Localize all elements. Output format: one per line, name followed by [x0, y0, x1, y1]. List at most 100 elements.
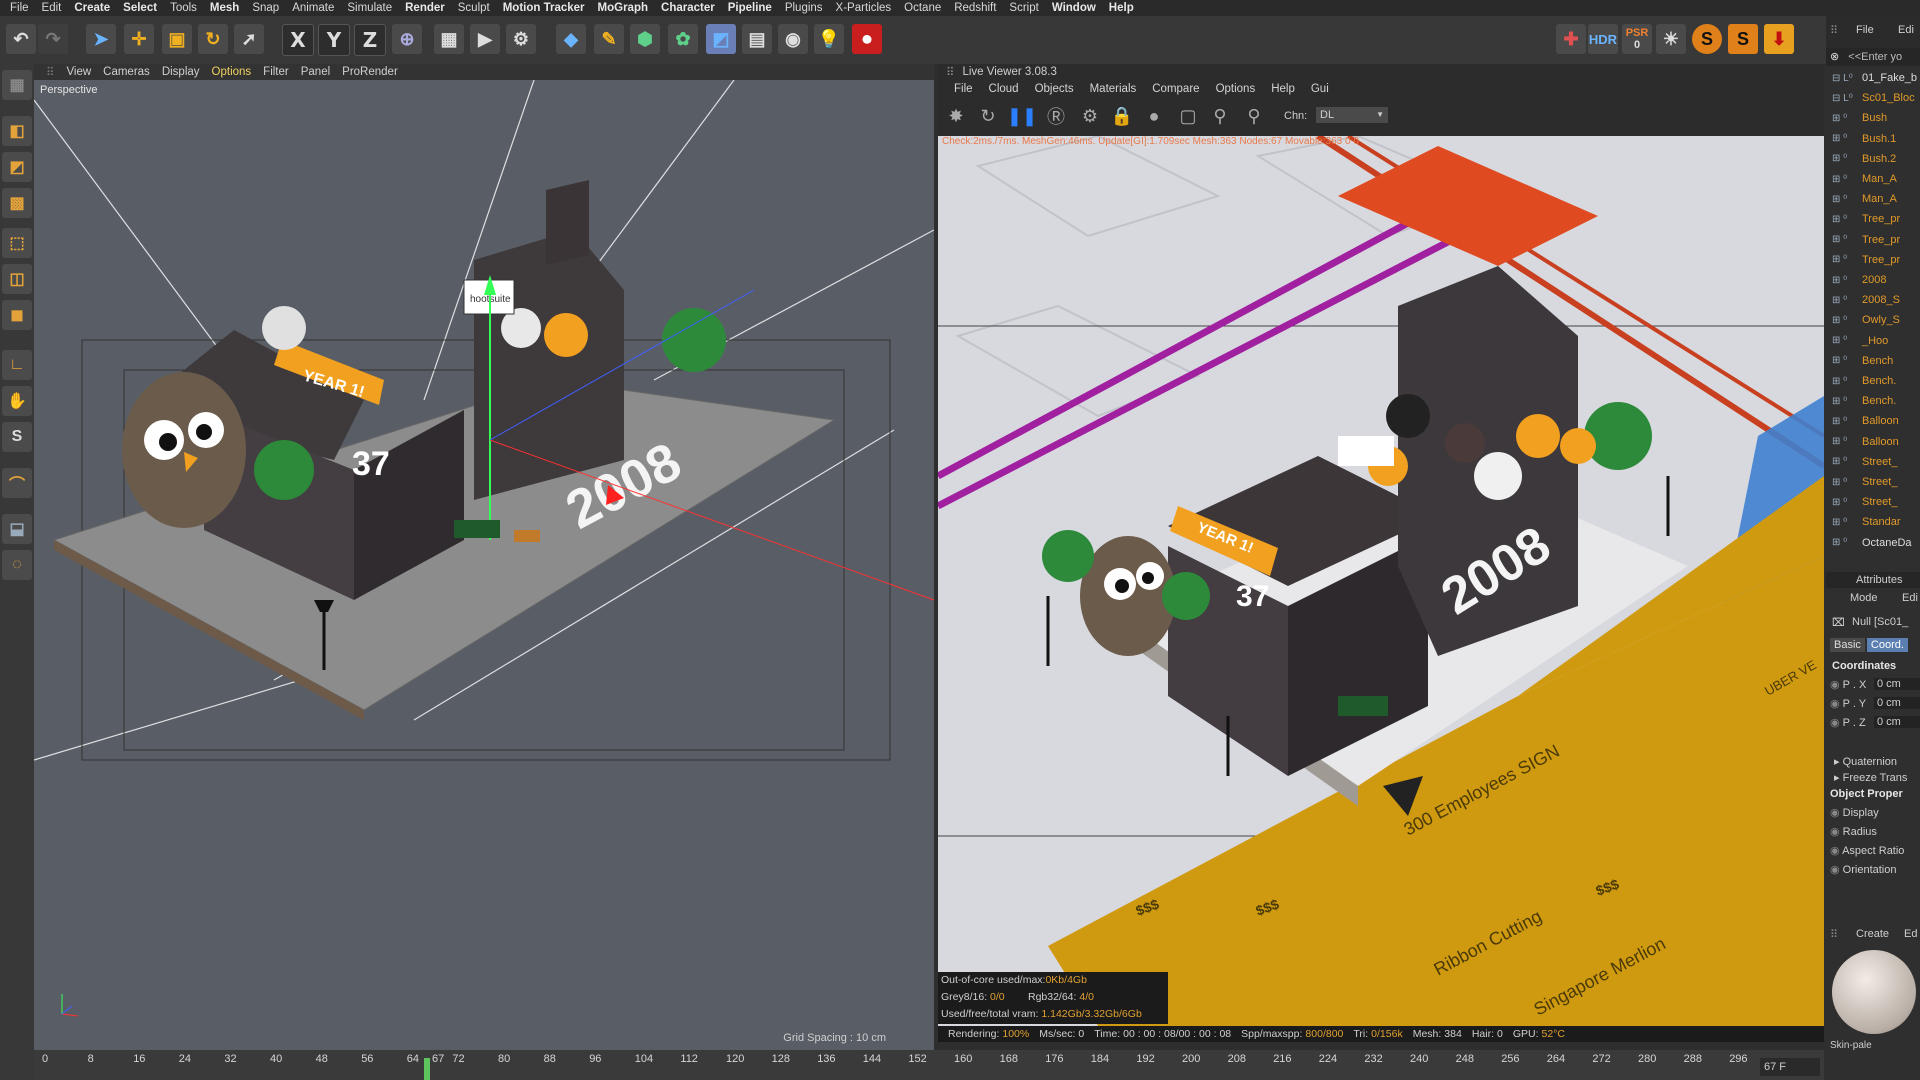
menu-item-select[interactable]: Select	[123, 2, 157, 14]
pen-icon[interactable]: ✎	[594, 24, 624, 54]
radio-icon[interactable]: ◉	[1830, 826, 1840, 838]
radio-icon[interactable]: ◉	[1830, 845, 1840, 857]
send-scene-icon[interactable]: ✸	[944, 104, 968, 128]
radio-icon[interactable]: ◉	[1830, 698, 1840, 710]
s-plugin-icon[interactable]: S	[1692, 24, 1722, 54]
object-layer-icon[interactable]: ⊞ ⁰	[1832, 254, 1862, 265]
lock-icon[interactable]: 🔒	[1110, 104, 1134, 128]
scale-icon[interactable]: ▣	[162, 24, 192, 54]
object-list-item[interactable]: ⊞ ⁰ Street_	[1832, 492, 1920, 512]
object-list-item[interactable]: ⊞ ⁰ Man_A	[1832, 189, 1920, 209]
cube-icon[interactable]: ◆	[556, 24, 586, 54]
coord-value-field[interactable]: 0 cm	[1874, 716, 1920, 728]
object-list-item[interactable]: ⊞ ⁰ Standar	[1832, 512, 1920, 532]
object-prop-row[interactable]: ◉ Radius	[1830, 825, 1877, 838]
live-viewer-menu-file[interactable]: File	[954, 83, 973, 95]
object-layer-icon[interactable]: ⊞ ⁰	[1832, 335, 1862, 346]
object-prop-row[interactable]: ◉ Aspect Ratio	[1830, 844, 1904, 857]
menu-item-window[interactable]: Window	[1052, 2, 1096, 14]
render-view-icon[interactable]: ▦	[434, 24, 464, 54]
object-layer-icon[interactable]: ⊞ ⁰	[1832, 153, 1862, 164]
axis-y-button[interactable]: Y	[318, 24, 350, 56]
object-layer-icon[interactable]: ⊞ ⁰	[1832, 355, 1862, 366]
subdivision-icon[interactable]: ⬢	[630, 24, 660, 54]
object-layer-icon[interactable]: ⊞ ⁰	[1832, 194, 1862, 205]
menu-item-redshift[interactable]: Redshift	[954, 2, 996, 14]
attr-edit-menu[interactable]: Edi	[1902, 592, 1918, 604]
menu-item-file[interactable]: File	[10, 2, 29, 14]
region-render-icon[interactable]: Ⓡ	[1044, 104, 1068, 128]
object-list-item[interactable]: ⊟ L⁰ 01_Fake_b	[1832, 68, 1920, 88]
viewport-menu-cameras[interactable]: Cameras	[103, 66, 150, 78]
live-viewer-menu-objects[interactable]: Objects	[1035, 83, 1074, 95]
menu-item-plugins[interactable]: Plugins	[785, 2, 823, 14]
magnet-icon[interactable]: ⌒	[2, 468, 32, 498]
object-list-item[interactable]: ⊞ ⁰ 2008_S	[1832, 290, 1920, 310]
radio-icon[interactable]: ◉	[1830, 807, 1840, 819]
tab-basic[interactable]: Basic	[1830, 638, 1865, 652]
solo-icon[interactable]: ◌	[2, 550, 32, 580]
menu-item-character[interactable]: Character	[661, 2, 715, 14]
move-icon[interactable]: ✛	[124, 24, 154, 54]
menu-item-x-particles[interactable]: X-Particles	[836, 2, 892, 14]
object-list-item[interactable]: ⊞ ⁰ 2008	[1832, 270, 1920, 290]
om-search-bar[interactable]: ⊗ <<Enter yo	[1826, 48, 1920, 66]
record-icon[interactable]: ⏺	[852, 24, 882, 54]
axis-z-button[interactable]: Z	[354, 24, 386, 56]
render-picture-viewer-icon[interactable]: ▶	[470, 24, 500, 54]
tab-coord[interactable]: Coord.	[1866, 638, 1908, 652]
pause-icon[interactable]: ❚❚	[1007, 104, 1037, 128]
playhead[interactable]	[424, 1058, 430, 1080]
frame-icon[interactable]: ▢	[1176, 104, 1200, 128]
object-list-item[interactable]: ⊞ ⁰ Street_	[1832, 472, 1920, 492]
settings-gear-icon[interactable]: ⚙	[1078, 104, 1102, 128]
render-settings-icon[interactable]: ⚙	[506, 24, 536, 54]
object-layer-icon[interactable]: ⊟ L⁰	[1832, 73, 1862, 84]
object-list-item[interactable]: ⊞ ⁰ OctaneDa	[1832, 533, 1920, 553]
octane-object-icon[interactable]: ✚	[1556, 24, 1586, 54]
viewport-menu-display[interactable]: Display	[162, 66, 200, 78]
viewport-menu-filter[interactable]: Filter	[263, 66, 289, 78]
deformer-icon[interactable]: ◩	[706, 24, 736, 54]
om-menu-file[interactable]: File	[1856, 24, 1874, 36]
object-list-item[interactable]: ⊞ ⁰ Man_A	[1832, 169, 1920, 189]
object-layer-icon[interactable]: ⊞ ⁰	[1832, 477, 1862, 488]
object-layer-icon[interactable]: ⊞ ⁰	[1832, 133, 1862, 144]
live-select-icon[interactable]: ➚	[234, 24, 264, 54]
object-layer-icon[interactable]: ⊞ ⁰	[1832, 315, 1862, 326]
live-viewer-menu-compare[interactable]: Compare	[1152, 83, 1199, 95]
object-list-item[interactable]: ⊞ ⁰ Bench.	[1832, 391, 1920, 411]
pin-icon[interactable]: ⚲	[1208, 104, 1232, 128]
viewport-menu-panel[interactable]: Panel	[301, 66, 330, 78]
channel-select[interactable]: DL ▼	[1316, 107, 1388, 123]
radio-icon[interactable]: ◉	[1830, 864, 1840, 876]
material-preview-ball[interactable]	[1832, 950, 1916, 1034]
radio-icon[interactable]: ◉	[1830, 679, 1840, 691]
sun-icon[interactable]: ☀	[1656, 24, 1686, 54]
object-list-item[interactable]: ⊞ ⁰ _Hoo	[1832, 331, 1920, 351]
redo-icon[interactable]: ↷	[38, 24, 68, 54]
object-list-item[interactable]: ⊞ ⁰ Bush.1	[1832, 129, 1920, 149]
mode-menu[interactable]: Mode	[1850, 592, 1878, 604]
object-layer-icon[interactable]: ⊞ ⁰	[1832, 517, 1862, 528]
psr-button[interactable]: PSR 0	[1622, 24, 1652, 54]
viewport-menu-view[interactable]: View	[66, 66, 91, 78]
object-layer-icon[interactable]: ⊞ ⁰	[1832, 376, 1862, 387]
object-list-item[interactable]: ⊞ ⁰ Tree_pr	[1832, 250, 1920, 270]
cloner-icon[interactable]: ✿	[668, 24, 698, 54]
menu-item-snap[interactable]: Snap	[252, 2, 279, 14]
coord-value-field[interactable]: 0 cm	[1874, 697, 1920, 709]
freeze-toggle[interactable]: ▸ Freeze Trans	[1834, 771, 1907, 784]
viewport-menu-options[interactable]: Options	[212, 66, 252, 78]
menu-item-simulate[interactable]: Simulate	[347, 2, 392, 14]
om-menu-edit[interactable]: Edi	[1898, 24, 1914, 36]
rotate-icon[interactable]: ↻	[198, 24, 228, 54]
object-layer-icon[interactable]: ⊞ ⁰	[1832, 295, 1862, 306]
object-list-item[interactable]: ⊞ ⁰ Bench	[1832, 351, 1920, 371]
model-mode-icon[interactable]: ▦	[2, 70, 32, 100]
live-viewer-menu-gui[interactable]: Gui	[1311, 83, 1329, 95]
edges-mode-icon[interactable]: ◫	[2, 264, 32, 294]
render-view[interactable]: 300 Employees SIGN Ribbon Cutting Singap…	[938, 136, 1824, 1026]
close-icon[interactable]: ⊗	[1830, 51, 1839, 63]
floor-icon[interactable]: ▤	[742, 24, 772, 54]
